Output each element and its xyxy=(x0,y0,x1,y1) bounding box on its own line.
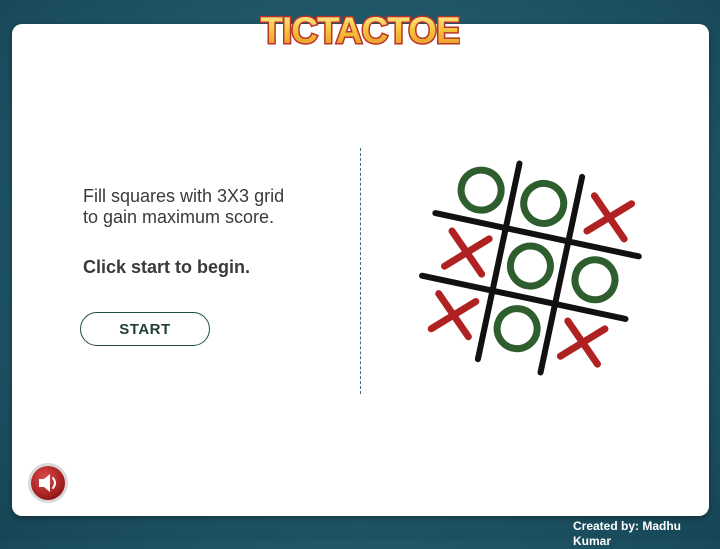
tic-tac-toe-illustration xyxy=(419,160,642,376)
o-mark-cell-1 xyxy=(457,166,505,214)
game-logo: TICTACTOE xyxy=(260,9,460,53)
x-mark-cell-9 xyxy=(556,317,609,368)
speaker-icon[interactable] xyxy=(27,462,69,504)
o-mark-cell-5 xyxy=(506,242,554,290)
instructions: Fill squares with 3X3 grid to gain maxim… xyxy=(83,186,343,228)
start-button[interactable]: START xyxy=(80,312,210,346)
instruction-line-1: Fill squares with 3X3 grid xyxy=(83,186,285,206)
x-mark-cell-7 xyxy=(427,290,480,341)
instruction-line-2: to gain maximum score. xyxy=(83,207,275,227)
o-mark-cell-6 xyxy=(571,256,619,304)
section-divider xyxy=(360,148,361,394)
start-prompt: Click start to begin. xyxy=(83,257,251,277)
o-mark-cell-8 xyxy=(493,305,541,353)
credit-text: Created by: Madhu Kumar xyxy=(573,519,713,549)
o-mark-cell-2 xyxy=(520,179,568,227)
logo-text: TICTACTOE xyxy=(260,10,460,51)
credit-line-1: Created by: Madhu xyxy=(573,519,682,533)
x-mark-cell-3 xyxy=(583,192,636,243)
x-mark-cell-4 xyxy=(441,227,493,278)
credit-line-2: Kumar xyxy=(573,534,612,548)
